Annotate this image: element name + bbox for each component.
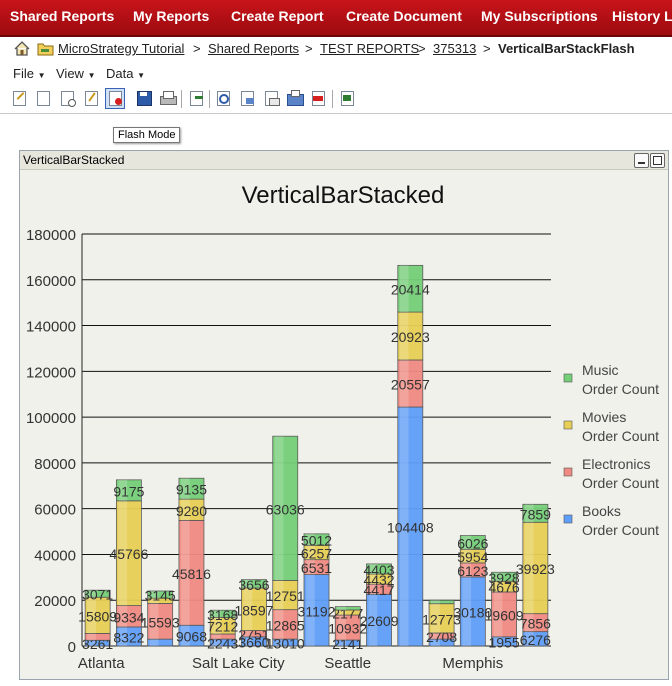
report-panel: VerticalBarStacked [19,150,669,680]
top-navigation-bar: Shared Reports My Reports Create Report … [0,0,672,37]
export-icon[interactable] [187,89,205,107]
toolbar-separator [209,90,210,108]
chevron-down-icon: ▼ [137,71,146,80]
nav-create-document[interactable]: Create Document [346,8,462,24]
nav-my-reports[interactable]: My Reports [133,8,209,24]
breadcrumb-project[interactable]: MicroStrategy Tutorial [58,41,184,56]
maximize-button[interactable] [650,153,665,168]
breadcrumb-folder[interactable]: 375313 [433,41,476,56]
breadcrumb: MicroStrategy Tutorial > Shared Reports … [0,37,672,61]
home-icon[interactable] [14,41,30,56]
toolbar-separator [332,90,333,108]
breadcrumb-current-report: VerticalBarStackFlash [498,41,635,56]
panel-title: VerticalBarStacked [23,153,125,167]
refresh-icon[interactable] [214,89,232,107]
print-icon[interactable] [159,89,177,107]
menu-view[interactable]: View ▼ [56,66,96,81]
breadcrumb-separator: > [418,41,426,56]
email-icon[interactable] [262,89,280,107]
minimize-button[interactable] [634,153,649,168]
menu-data[interactable]: Data ▼ [106,66,145,81]
panel-title-bar: VerticalBarStacked [20,151,668,170]
graph-view-icon[interactable] [58,89,76,107]
flash-mode-icon[interactable] [105,88,125,109]
subscribe-icon[interactable] [286,89,304,107]
breadcrumb-separator: > [193,41,201,56]
menu-file[interactable]: File ▼ [13,66,46,81]
save-icon[interactable] [135,89,153,107]
grid-view-icon[interactable] [34,89,52,107]
pdf-icon[interactable] [238,89,256,107]
nav-shared-reports[interactable]: Shared Reports [10,8,114,24]
breadcrumb-separator: > [305,41,313,56]
pdf-export-icon[interactable] [309,89,327,107]
breadcrumb-shared-reports[interactable]: Shared Reports [208,41,299,56]
chevron-down-icon: ▼ [37,71,46,80]
nav-create-report[interactable]: Create Report [231,8,324,24]
menu-bar: File ▼ View ▼ Data ▼ [0,62,672,84]
add-to-history-icon[interactable] [338,89,356,107]
project-folder-icon [37,43,54,56]
breadcrumb-separator: > [483,41,491,56]
design-mode-icon[interactable] [10,89,28,107]
toolbar-separator [181,90,182,108]
nav-history-list[interactable]: History Li [612,8,672,24]
chevron-down-icon: ▼ [87,71,96,80]
breadcrumb-test-reports[interactable]: TEST REPORTS [320,41,419,56]
grid-graph-view-icon[interactable] [82,89,100,107]
nav-my-subscriptions[interactable]: My Subscriptions [481,8,598,24]
tooltip: Flash Mode [113,127,181,143]
toolbar [0,85,672,114]
